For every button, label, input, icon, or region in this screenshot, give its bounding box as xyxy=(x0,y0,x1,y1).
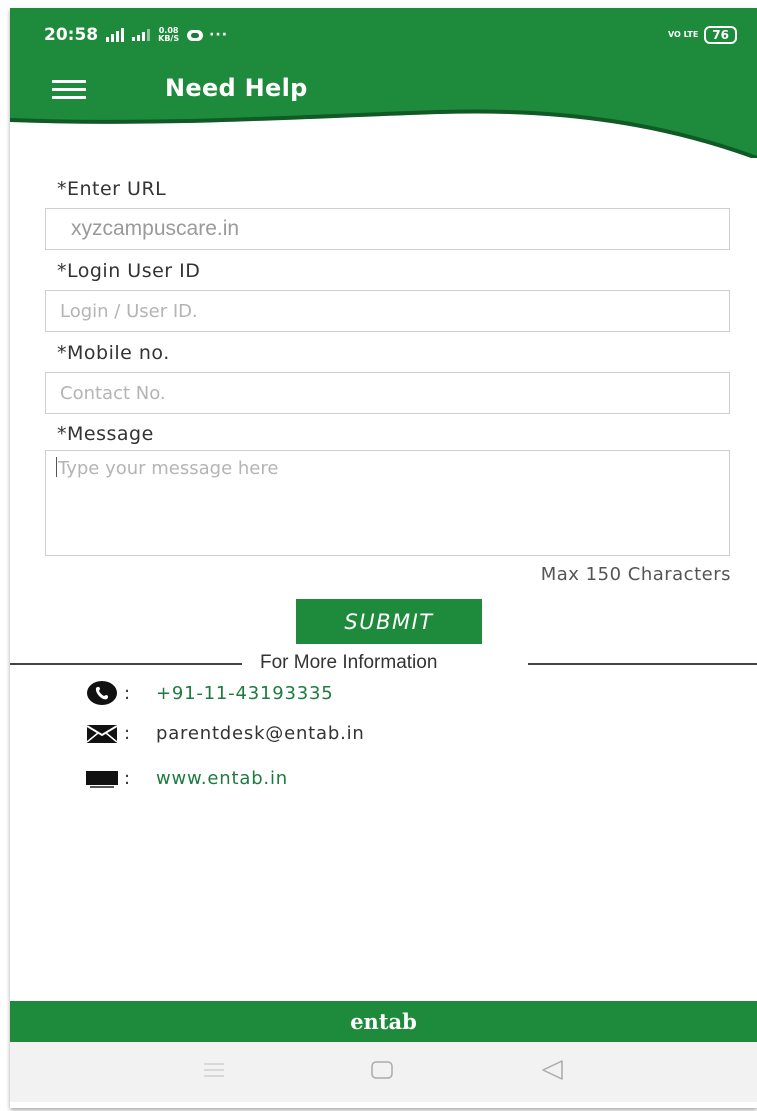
recent-apps-icon[interactable] xyxy=(203,1062,225,1082)
page-title: Need Help xyxy=(165,74,308,102)
status-time: 20:58 xyxy=(44,25,99,45)
text-caret xyxy=(56,457,57,477)
net-speed: 0.08 KB/S xyxy=(158,27,179,43)
volte-icon: VO LTE xyxy=(667,30,699,39)
battery-icon: 76 xyxy=(704,26,737,44)
home-icon[interactable] xyxy=(370,1060,394,1084)
message-textarea[interactable]: Type your message here xyxy=(45,450,730,556)
app-notification-icon xyxy=(187,29,204,41)
message-label: *Message xyxy=(57,423,154,445)
signal-icon xyxy=(106,28,125,42)
status-bar: 20:58 0.08 KB/S ··· VO LTE 76 xyxy=(44,22,737,48)
url-label: *Enter URL xyxy=(57,178,167,200)
back-icon[interactable] xyxy=(540,1059,564,1085)
app-header: 20:58 0.08 KB/S ··· VO LTE 76 Need Help xyxy=(10,8,757,158)
phone-number-link[interactable]: +91-11-43193335 xyxy=(156,683,334,704)
more-notifications-icon: ··· xyxy=(209,27,229,43)
app-screen: 20:58 0.08 KB/S ··· VO LTE 76 Need Help … xyxy=(10,8,757,1108)
brand-footer: entab xyxy=(10,1001,757,1042)
hamburger-menu-icon[interactable] xyxy=(52,80,86,100)
login-label: *Login User ID xyxy=(57,260,201,282)
mobile-input[interactable]: Contact No. xyxy=(45,372,730,414)
brand-logo: entab xyxy=(350,1009,417,1034)
url-input[interactable]: xyzcampuscare.in xyxy=(45,208,730,250)
monitor-icon xyxy=(80,769,124,789)
submit-button[interactable]: SUBMIT xyxy=(296,599,482,644)
contact-email: : parentdesk@entab.in xyxy=(80,723,365,744)
mobile-label: *Mobile no. xyxy=(57,342,170,364)
email-separator: : xyxy=(124,723,131,744)
contact-website: : www.entab.in xyxy=(80,768,288,789)
mail-icon xyxy=(80,724,124,743)
info-section-title: For More Information xyxy=(260,652,438,673)
website-separator: : xyxy=(124,768,131,789)
system-navigation-bar xyxy=(10,1042,757,1102)
net-speed-unit: KB/S xyxy=(158,34,180,43)
divider-left xyxy=(10,663,242,665)
phone-icon xyxy=(80,680,124,706)
website-link[interactable]: www.entab.in xyxy=(156,768,288,789)
login-input[interactable]: Login / User ID. xyxy=(45,290,730,332)
max-characters-hint: Max 150 Characters xyxy=(540,564,731,585)
divider-right xyxy=(528,663,757,665)
signal-icon-2 xyxy=(132,29,151,41)
message-placeholder: Type your message here xyxy=(58,458,279,479)
phone-separator: : xyxy=(124,682,131,704)
contact-phone: : +91-11-43193335 xyxy=(80,680,334,706)
email-link[interactable]: parentdesk@entab.in xyxy=(156,723,365,744)
